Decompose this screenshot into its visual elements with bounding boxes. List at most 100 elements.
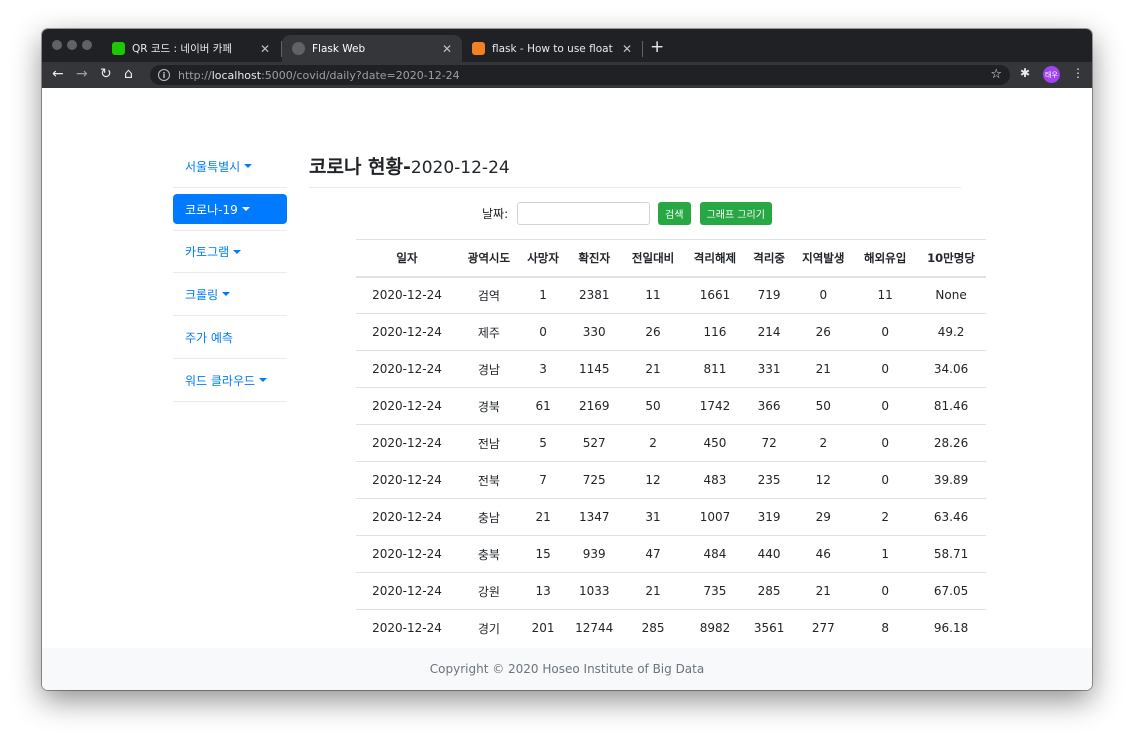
- table-cell: 13: [519, 572, 567, 610]
- sidebar-item-stock-prediction[interactable]: 주가 예측: [173, 316, 287, 359]
- table-cell: 21: [519, 498, 567, 536]
- table-cell: 전북: [457, 461, 520, 499]
- url-text[interactable]: http://localhost:5000/covid/daily?date=2…: [178, 69, 460, 82]
- column-header: 일자: [356, 239, 458, 278]
- column-header: 격리해제: [684, 239, 746, 278]
- table-cell: 719: [745, 276, 793, 314]
- close-tab-icon[interactable]: ✕: [260, 42, 270, 56]
- table-cell: 2020-12-24: [356, 572, 458, 610]
- covid-daily-table: 일자 광역시도 사망자 확진자 전일대비 격리해제 격리중 지역발생 해외유입 …: [356, 239, 986, 647]
- column-header: 사망자: [519, 239, 567, 278]
- table-cell: 67.05: [916, 572, 986, 610]
- bookmark-star-icon[interactable]: ☆: [990, 67, 1002, 82]
- site-info-icon[interactable]: i: [158, 69, 170, 81]
- table-cell: 61: [519, 387, 567, 425]
- home-icon[interactable]: ⌂: [124, 66, 133, 82]
- table-cell: 2020-12-24: [356, 424, 458, 462]
- close-window-control[interactable]: [52, 40, 62, 50]
- title-divider: [309, 187, 961, 188]
- page-content: 서울특별시 코로나-19 카토그램 크롤링 주가 예측 워드 클라우드 코로나 …: [42, 88, 1092, 690]
- column-header: 확진자: [566, 239, 623, 278]
- reload-icon[interactable]: ↻: [100, 66, 112, 82]
- table-cell: 735: [684, 572, 746, 610]
- table-cell: 0: [854, 572, 917, 610]
- table-cell: 1033: [566, 572, 623, 610]
- naver-favicon-icon: [112, 42, 125, 55]
- tab-title: QR 코드 : 네이버 카페: [132, 43, 233, 55]
- tab-stackoverflow[interactable]: flask - How to use float filter to ✕: [462, 35, 642, 62]
- table-cell: 81.46: [916, 387, 986, 425]
- sidebar-item-crawling[interactable]: 크롤링: [173, 273, 287, 316]
- table-cell: 29: [792, 498, 855, 536]
- table-cell: 3561: [745, 609, 793, 647]
- table-cell: 21: [792, 350, 855, 388]
- close-tab-icon[interactable]: ✕: [622, 42, 632, 56]
- table-cell: 47: [622, 535, 685, 573]
- more-menu-icon[interactable]: ⋮: [1072, 66, 1084, 80]
- sidebar-item-covid19[interactable]: 코로나-19: [173, 194, 287, 224]
- search-button[interactable]: 검색: [658, 202, 691, 225]
- back-arrow-icon[interactable]: ←: [52, 66, 64, 82]
- table-cell: 811: [684, 350, 746, 388]
- table-cell: 331: [745, 350, 793, 388]
- draw-graph-button[interactable]: 그래프 그리기: [699, 202, 772, 225]
- table-cell: 63.46: [916, 498, 986, 536]
- minimize-window-control[interactable]: [67, 40, 77, 50]
- sidebar-item-label: 워드 클라우드: [185, 373, 256, 388]
- tab-bar: QR 코드 : 네이버 카페 ✕ Flask Web ✕ flask - How…: [42, 29, 1092, 62]
- profile-avatar[interactable]: 태우: [1043, 66, 1060, 83]
- table-cell: 2020-12-24: [356, 498, 458, 536]
- table-cell: 12: [622, 461, 685, 499]
- table-cell: 440: [745, 535, 793, 573]
- table-row: 2020-12-24 검역 1 2381 11 1661 719 0 11 None: [356, 276, 986, 314]
- table-cell: 49.2: [916, 313, 986, 351]
- sidebar-item-word-cloud[interactable]: 워드 클라우드: [173, 359, 287, 402]
- maximize-window-control[interactable]: [82, 40, 92, 50]
- sidebar-item-seoul[interactable]: 서울특별시: [173, 145, 287, 188]
- table-cell: 0: [854, 461, 917, 499]
- table-cell: 0: [792, 276, 855, 314]
- sidebar-nav: 서울특별시 코로나-19 카토그램 크롤링 주가 예측 워드 클라우드: [173, 145, 287, 402]
- new-tab-icon[interactable]: +: [650, 37, 664, 57]
- table-cell: 96.18: [916, 609, 986, 647]
- date-input[interactable]: [517, 202, 651, 225]
- table-row: 2020-12-24 충남 21 1347 31 1007 319 29 2 63.46: [356, 498, 986, 536]
- table-cell: 2169: [566, 387, 623, 425]
- table-cell: 285: [622, 609, 685, 647]
- table-cell: 50: [792, 387, 855, 425]
- extensions-puzzle-icon[interactable]: ✱: [1020, 66, 1030, 80]
- table-cell: 2381: [566, 276, 623, 314]
- address-bar[interactable]: i http://localhost:5000/covid/daily?date…: [150, 65, 1010, 85]
- table-cell: 2020-12-24: [356, 350, 458, 388]
- date-search-form: 날짜: 검색 그래프 그리기: [482, 202, 781, 225]
- table-cell: 450: [684, 424, 746, 462]
- sidebar-item-cartogram[interactable]: 카토그램: [173, 230, 287, 273]
- table-cell: 214: [745, 313, 793, 351]
- table-row: 2020-12-24 전남 5 527 2 450 72 2 0 28.26: [356, 424, 986, 462]
- table-row: 2020-12-24 경남 3 1145 21 811 331 21 0 34.06: [356, 350, 986, 388]
- sidebar-item-label: 카토그램: [185, 245, 230, 259]
- table-cell: None: [916, 276, 986, 314]
- table-cell: 1007: [684, 498, 746, 536]
- close-tab-icon[interactable]: ✕: [442, 42, 452, 56]
- table-cell: 12744: [566, 609, 623, 647]
- table-cell: 366: [745, 387, 793, 425]
- tab-naver-cafe[interactable]: QR 코드 : 네이버 카페 ✕: [102, 35, 280, 62]
- table-cell: 483: [684, 461, 746, 499]
- page-title-date: 2020-12-24: [410, 158, 510, 178]
- sidebar-item-label: 크롤링: [185, 287, 219, 302]
- tab-divider: [642, 41, 643, 57]
- table-cell: 28.26: [916, 424, 986, 462]
- table-row: 2020-12-24 전북 7 725 12 483 235 12 0 39.89: [356, 461, 986, 499]
- forward-arrow-icon[interactable]: →: [76, 66, 88, 82]
- table-cell: 26: [792, 313, 855, 351]
- caret-down-icon: [241, 207, 250, 211]
- tab-flask-web[interactable]: Flask Web ✕: [282, 35, 462, 62]
- table-cell: 0: [854, 350, 917, 388]
- caret-down-icon: [222, 292, 231, 296]
- browser-toolbar: ← → ↻ ⌂ i http://localhost:5000/covid/da…: [42, 62, 1092, 88]
- caret-down-icon: [233, 249, 242, 254]
- column-header: 10만명당: [916, 239, 986, 278]
- column-header: 전일대비: [622, 239, 685, 278]
- globe-favicon-icon: [292, 42, 305, 55]
